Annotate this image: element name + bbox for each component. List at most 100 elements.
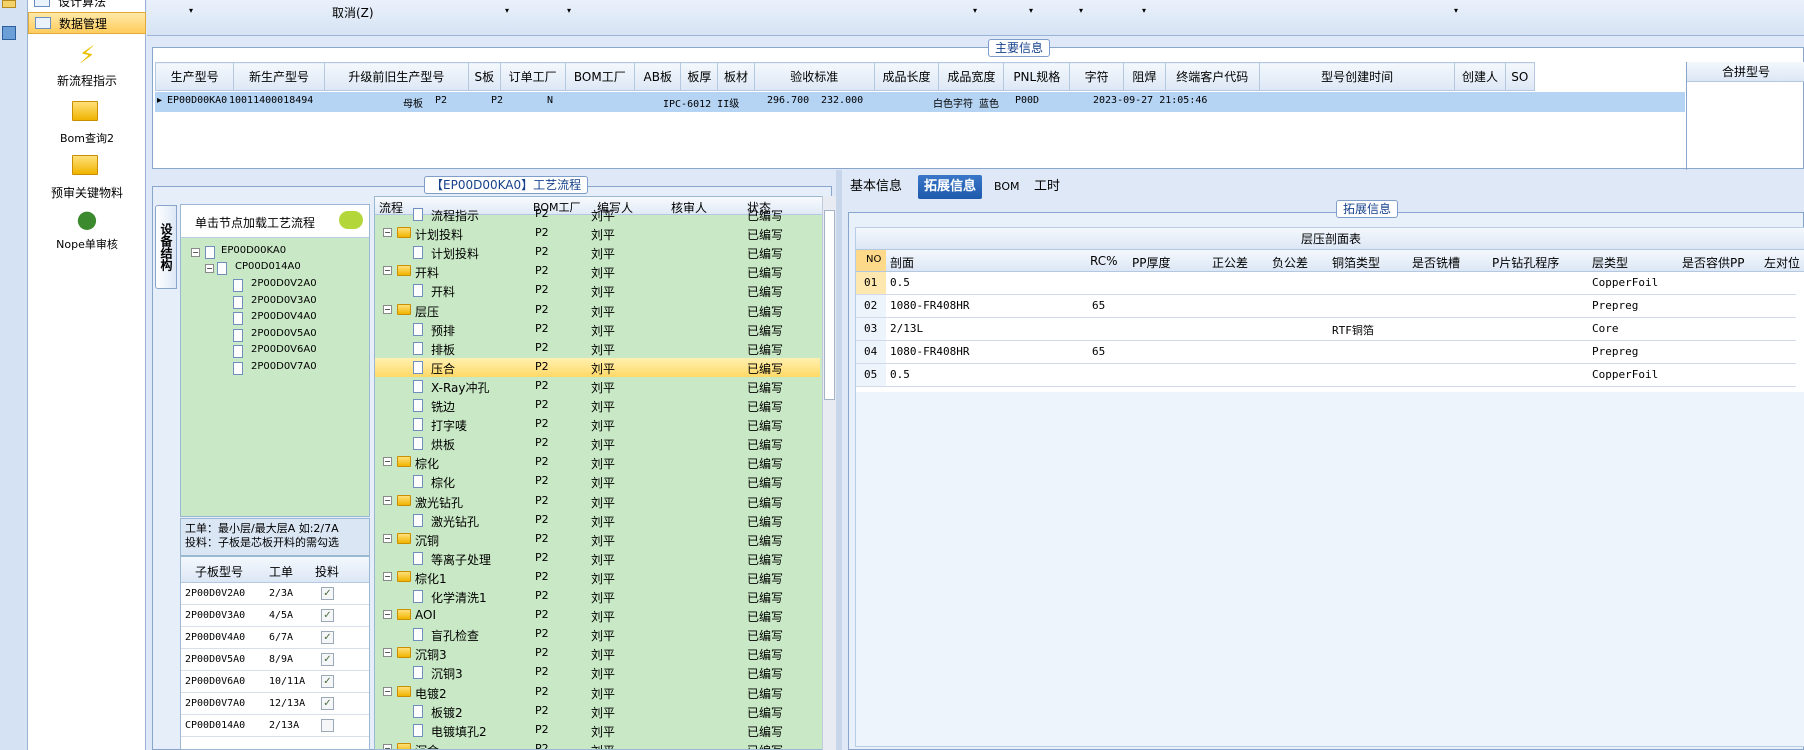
feed-checkbox[interactable]: ✓ [321, 631, 334, 644]
tree-toggle-icon[interactable]: − [191, 248, 200, 257]
tree-root-node[interactable]: EP00D00KA0 [221, 245, 286, 256]
flow-row[interactable]: 激光钻孔 P2 刘平 已编写 [375, 511, 820, 530]
structure-tree-panel: 单击节点加载工艺流程 EP00D00KA0− − CP00D014A0 2P00D0V… [180, 204, 370, 517]
dropdown-arrow-icon[interactable]: ▾ [567, 6, 571, 15]
lamination-row[interactable]: 05 0.5 CopperFoil [856, 364, 1796, 387]
flow-scrollbar[interactable] [822, 196, 836, 750]
tree-toggle-icon[interactable]: − [383, 457, 392, 467]
nav-nope-audit[interactable]: ● Nope单审核 [28, 204, 146, 252]
flow-row[interactable]: 计划投料 P2 刘平 已编写 [375, 243, 820, 262]
sub-board-row[interactable]: 2P00D0V7A0 12/13A ✓ [181, 693, 369, 715]
flow-row[interactable]: 化学清洗1 P2 刘平 已编写 [375, 587, 820, 606]
nav-bom-query[interactable]: Bom查询2 [28, 98, 146, 146]
tree-leaf-node[interactable]: 2P00D0V6A0 [251, 344, 317, 355]
flow-row[interactable]: X-Ray冲孔 P2 刘平 已编写 [375, 377, 820, 396]
flow-row[interactable]: 开料 P2 刘平 已编写 [375, 281, 820, 300]
tree-leaf-node[interactable]: 2P00D0V2A0 [251, 278, 317, 289]
scroll-thumb[interactable] [824, 210, 835, 400]
tree-child-node[interactable]: CP00D014A0 [235, 261, 301, 272]
tree-toggle-icon[interactable]: − [383, 610, 392, 620]
tab-work-hours[interactable]: 工时 [1028, 175, 1066, 199]
feed-checkbox[interactable]: ✓ [321, 697, 334, 710]
equipment-side-tab[interactable]: 设备结构 [155, 205, 177, 289]
lamination-row[interactable]: 03 2/13L RTF铜箔 Core [856, 318, 1796, 341]
tree-toggle-icon[interactable]: − [383, 686, 392, 696]
tree-node-icon [217, 262, 227, 275]
nav-item-design[interactable]: 设计算法 [28, 0, 146, 12]
flow-row[interactable]: − AOI P2 刘平 已编写 [375, 606, 820, 625]
database-icon[interactable] [2, 26, 16, 40]
dropdown-arrow-icon[interactable]: ▾ [505, 6, 509, 15]
flow-row[interactable]: − 计划投料 P2 刘平 已编写 [375, 224, 820, 243]
sub-board-row[interactable]: 2P00D0V2A0 2/3A ✓ [181, 583, 369, 605]
feed-checkbox[interactable]: ✓ [321, 675, 334, 688]
tree-toggle-icon[interactable]: − [383, 495, 392, 505]
flow-row[interactable]: 盲孔检查 P2 刘平 已编写 [375, 625, 820, 644]
tree-leaf-node[interactable]: 2P00D0V5A0 [251, 328, 317, 339]
sub-board-row[interactable]: 2P00D0V4A0 6/7A ✓ [181, 627, 369, 649]
feed-checkbox[interactable] [321, 719, 334, 732]
dropdown-arrow-icon[interactable]: ▾ [189, 6, 193, 15]
tree-toggle-icon[interactable]: − [383, 743, 392, 749]
nav-new-flow[interactable]: ⚡ 新流程指示 [28, 40, 146, 89]
flow-row[interactable]: − 棕化1 P2 刘平 已编写 [375, 568, 820, 587]
tree-toggle-icon[interactable]: − [383, 266, 392, 276]
flow-row[interactable]: − 电镀2 P2 刘平 已编写 [375, 683, 820, 702]
flow-row[interactable]: − 沉金 P2 刘平 已编写 [375, 740, 820, 749]
flow-row[interactable]: 压合 P2 刘平 已编写 [375, 357, 820, 377]
flow-status: 已编写 [747, 591, 784, 605]
flow-row[interactable]: − 开料 P2 刘平 已编写 [375, 262, 820, 281]
flow-row[interactable]: 打字唛 P2 刘平 已编写 [375, 415, 820, 434]
tab-bom[interactable]: BOM [988, 175, 1026, 199]
flow-row[interactable]: − 层压 P2 刘平 已编写 [375, 301, 820, 320]
flow-row[interactable]: 沉铜3 P2 刘平 已编写 [375, 663, 820, 682]
tree-toggle-icon[interactable]: − [383, 648, 392, 658]
tree-toggle-icon[interactable]: − [383, 571, 392, 581]
feed-checkbox[interactable]: ✓ [321, 609, 334, 622]
feed-checkbox[interactable]: ✓ [321, 587, 334, 600]
dropdown-arrow-icon[interactable]: ▾ [1142, 6, 1146, 15]
nav-item-data-management[interactable]: 数据管理 [28, 12, 146, 34]
flow-row[interactable]: − 沉铜3 P2 刘平 已编写 [375, 644, 820, 663]
tree-leaf-node[interactable]: 2P00D0V4A0 [251, 311, 317, 322]
flow-row[interactable]: 排板 P2 刘平 已编写 [375, 339, 820, 358]
flow-row[interactable]: 板镀2 P2 刘平 已编写 [375, 702, 820, 721]
tab-extended-info[interactable]: 拓展信息 [918, 175, 983, 199]
main-info-row[interactable]: ▸ EP00D00KA0 10011400018494 母板 P2 P2 N IPC-6012… [155, 92, 1685, 112]
lamination-row[interactable]: 02 1080-FR408HR 65 Prepreg [856, 295, 1796, 318]
folder-icon[interactable] [2, 0, 16, 8]
lam-col-header: RC% [1090, 254, 1118, 268]
lamination-row[interactable]: 01 0.5 CopperFoil [856, 272, 1796, 295]
flow-row[interactable]: 铣边 P2 刘平 已编写 [375, 396, 820, 415]
dropdown-arrow-icon[interactable]: ▾ [1079, 6, 1083, 15]
flow-row[interactable]: 棕化 P2 刘平 已编写 [375, 472, 820, 491]
dropdown-arrow-icon[interactable]: ▾ [973, 6, 977, 15]
flow-row[interactable]: 流程指示 P2 刘平 已编写 [375, 205, 820, 224]
sub-board-row[interactable]: 2P00D0V6A0 10/11A ✓ [181, 671, 369, 693]
tree-leaf-node[interactable]: 2P00D0V3A0 [251, 295, 317, 306]
flow-row[interactable]: 预排 P2 刘平 已编写 [375, 320, 820, 339]
tree-node-icon [233, 295, 243, 309]
dropdown-arrow-icon[interactable]: ▾ [1454, 6, 1458, 15]
splitter[interactable] [836, 170, 842, 750]
flow-row[interactable]: − 沉铜 P2 刘平 已编写 [375, 530, 820, 549]
flow-row[interactable]: 电镀填孔2 P2 刘平 已编写 [375, 721, 820, 740]
cancel-button[interactable]: 取消(Z) [332, 4, 374, 21]
tab-basic-info[interactable]: 基本信息 [844, 175, 908, 199]
nav-key-material[interactable]: 预审关键物料 [28, 152, 146, 201]
feed-checkbox[interactable]: ✓ [321, 653, 334, 666]
sub-board-row[interactable]: 2P00D0V5A0 8/9A ✓ [181, 649, 369, 671]
flow-row[interactable]: − 激光钻孔 P2 刘平 已编写 [375, 492, 820, 511]
flow-row[interactable]: − 棕化 P2 刘平 已编写 [375, 453, 820, 472]
dropdown-arrow-icon[interactable]: ▾ [1029, 6, 1033, 15]
sub-board-row[interactable]: CP00D014A0 2/13A [181, 715, 369, 737]
tree-toggle-icon[interactable]: − [383, 228, 392, 238]
flow-row[interactable]: 等离子处理 P2 刘平 已编写 [375, 549, 820, 568]
flow-row[interactable]: 烘板 P2 刘平 已编写 [375, 434, 820, 453]
sub-board-row[interactable]: 2P00D0V3A0 4/5A ✓ [181, 605, 369, 627]
tree-leaf-node[interactable]: 2P00D0V7A0 [251, 361, 317, 372]
lamination-row[interactable]: 04 1080-FR408HR 65 Prepreg [856, 341, 1796, 364]
tree-toggle-icon[interactable]: − [383, 304, 392, 314]
tree-toggle-icon[interactable]: − [205, 264, 214, 273]
tree-toggle-icon[interactable]: − [383, 533, 392, 543]
